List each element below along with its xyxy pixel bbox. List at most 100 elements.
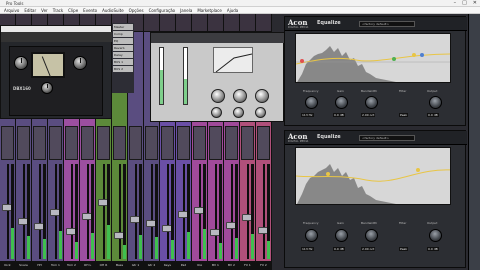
menu-help[interactable]: Ajuda — [227, 7, 238, 13]
level-meter — [139, 164, 142, 259]
insert-slot[interactable]: Reverb — [113, 45, 133, 51]
output-knob[interactable] — [255, 107, 266, 118]
insert-slot[interactable]: Master — [113, 24, 133, 30]
sends-panel[interactable] — [113, 126, 126, 160]
output-knob[interactable] — [41, 82, 53, 94]
eq-band-4-handle[interactable] — [412, 53, 416, 57]
frequency-value[interactable]: 113 Hz — [301, 113, 314, 117]
eq-band-3-handle[interactable] — [392, 57, 396, 61]
insert-slot[interactable]: BUS 1 — [113, 59, 133, 65]
insert-slot[interactable]: Delay — [113, 52, 133, 58]
channel-name[interactable]: Tom 1 — [48, 261, 63, 270]
release-knob[interactable] — [233, 107, 244, 118]
bandwidth-value[interactable]: 2.00 oct — [361, 113, 376, 117]
menu-setup[interactable]: Configuração — [149, 7, 176, 13]
gain-value[interactable]: 0.0 dB — [333, 247, 345, 251]
eq-graph[interactable] — [295, 33, 451, 83]
insert-slot[interactable]: BUS 2 — [113, 66, 133, 72]
gain-knob[interactable] — [335, 229, 348, 242]
frequency-value[interactable]: 113 Hz — [301, 247, 314, 251]
channel-name[interactable]: Gtr 2 — [144, 261, 159, 270]
threshold-knob[interactable] — [14, 56, 28, 70]
sends-panel[interactable] — [129, 126, 142, 160]
close-button[interactable]: ✕ — [473, 0, 477, 7]
menu-track[interactable]: Track — [53, 7, 63, 13]
screen: Pro Tools – □ ✕ Arquivo Editar Ver Track… — [0, 0, 480, 270]
maximize-button[interactable]: □ — [462, 0, 467, 7]
eq-band-5-handle[interactable] — [420, 53, 424, 57]
menu-file[interactable]: Arquivo — [4, 7, 19, 13]
eq-band-4-handle[interactable] — [416, 168, 420, 172]
eq-band-2-handle[interactable] — [326, 172, 330, 176]
sends-panel[interactable] — [49, 126, 62, 160]
menu-view[interactable]: Ver — [41, 7, 48, 13]
ratio-knob[interactable] — [255, 89, 269, 103]
gain-knob[interactable] — [335, 96, 348, 109]
gain-value[interactable]: 0.0 dB — [333, 113, 345, 117]
eq-band-1-handle[interactable] — [300, 59, 304, 63]
channel-name[interactable]: OH R — [96, 261, 111, 270]
channel-name[interactable]: Vox — [192, 261, 207, 270]
sends-panel[interactable] — [257, 126, 270, 160]
ratio-knob[interactable] — [73, 56, 87, 70]
sends-panel[interactable] — [177, 126, 190, 160]
bandwidth-knob[interactable] — [365, 96, 378, 109]
menu-edit[interactable]: Editar — [24, 7, 36, 13]
channel-name[interactable]: Pad — [176, 261, 191, 270]
channel-name[interactable]: HH — [32, 261, 47, 270]
sends-panel[interactable] — [33, 126, 46, 160]
sends-panel[interactable] — [241, 126, 254, 160]
menu-event[interactable]: Evento — [83, 7, 97, 13]
bandwidth-value[interactable]: 2.00 oct — [361, 247, 376, 251]
eq-graph[interactable] — [295, 147, 451, 205]
menu-marketplace[interactable]: Marketplace — [197, 7, 222, 13]
sends-panel[interactable] — [209, 126, 222, 160]
menu-clip[interactable]: Clipe — [68, 7, 78, 13]
channel-name[interactable]: FX 2 — [256, 261, 271, 270]
sends-panel[interactable] — [81, 126, 94, 160]
acon-equalize-window-bottom[interactable]: Acon DIGITAL MEDIA Equalize <factory defa… — [284, 130, 467, 268]
filter-value[interactable]: Peak — [399, 113, 409, 117]
channel-name[interactable]: Snare — [16, 261, 31, 270]
menu-options[interactable]: Opções — [129, 7, 144, 13]
menu-audiosuite[interactable]: AudioSuite — [102, 7, 124, 13]
sends-panel[interactable] — [1, 126, 14, 160]
preset-dropdown[interactable]: <factory default> — [359, 21, 415, 27]
bandwidth-knob[interactable] — [365, 229, 378, 242]
channel-name[interactable]: OH L — [80, 261, 95, 270]
output-value[interactable]: 0.0 dB — [427, 113, 439, 117]
sends-panel[interactable] — [97, 126, 110, 160]
insert-slot[interactable]: EQ — [113, 38, 133, 44]
acon-equalize-window-top[interactable]: Acon DIGITAL MEDIA Equalize <factory defa… — [284, 16, 467, 126]
sends-panel[interactable] — [145, 126, 158, 160]
channel-name[interactable]: Kick — [0, 261, 15, 270]
sends-panel[interactable] — [193, 126, 206, 160]
channel-strip-plugin-window[interactable] — [150, 32, 285, 122]
sends-panel[interactable] — [225, 126, 238, 160]
sends-panel[interactable] — [65, 126, 78, 160]
menu-window[interactable]: Janela — [180, 7, 192, 13]
preset-dropdown[interactable]: <factory default> — [359, 135, 415, 141]
compressor-plugin-window[interactable]: DBX160 — [0, 25, 113, 119]
sends-panel[interactable] — [161, 126, 174, 160]
attack-knob[interactable] — [211, 107, 222, 118]
frequency-knob[interactable] — [305, 229, 318, 242]
channel-name[interactable]: BV 1 — [208, 261, 223, 270]
channel-name[interactable]: BV 2 — [224, 261, 239, 270]
output-knob[interactable] — [429, 229, 442, 242]
frequency-knob[interactable] — [305, 96, 318, 109]
channel-name[interactable]: Gtr 1 — [128, 261, 143, 270]
output-value[interactable]: 0.0 dB — [427, 247, 439, 251]
gain-knob[interactable] — [211, 89, 225, 103]
filter-value[interactable]: Peak — [399, 247, 409, 251]
output-knob[interactable] — [429, 96, 442, 109]
channel-name[interactable]: Keys — [160, 261, 175, 270]
compressor-header — [1, 32, 113, 42]
insert-slot[interactable]: Comp — [113, 31, 133, 37]
threshold-knob[interactable] — [233, 89, 247, 103]
channel-name[interactable]: Tom 2 — [64, 261, 79, 270]
sends-panel[interactable] — [17, 126, 30, 160]
channel-name[interactable]: FX 1 — [240, 261, 255, 270]
channel-name[interactable]: Bass — [112, 261, 127, 270]
minimize-button[interactable]: – — [454, 0, 457, 7]
